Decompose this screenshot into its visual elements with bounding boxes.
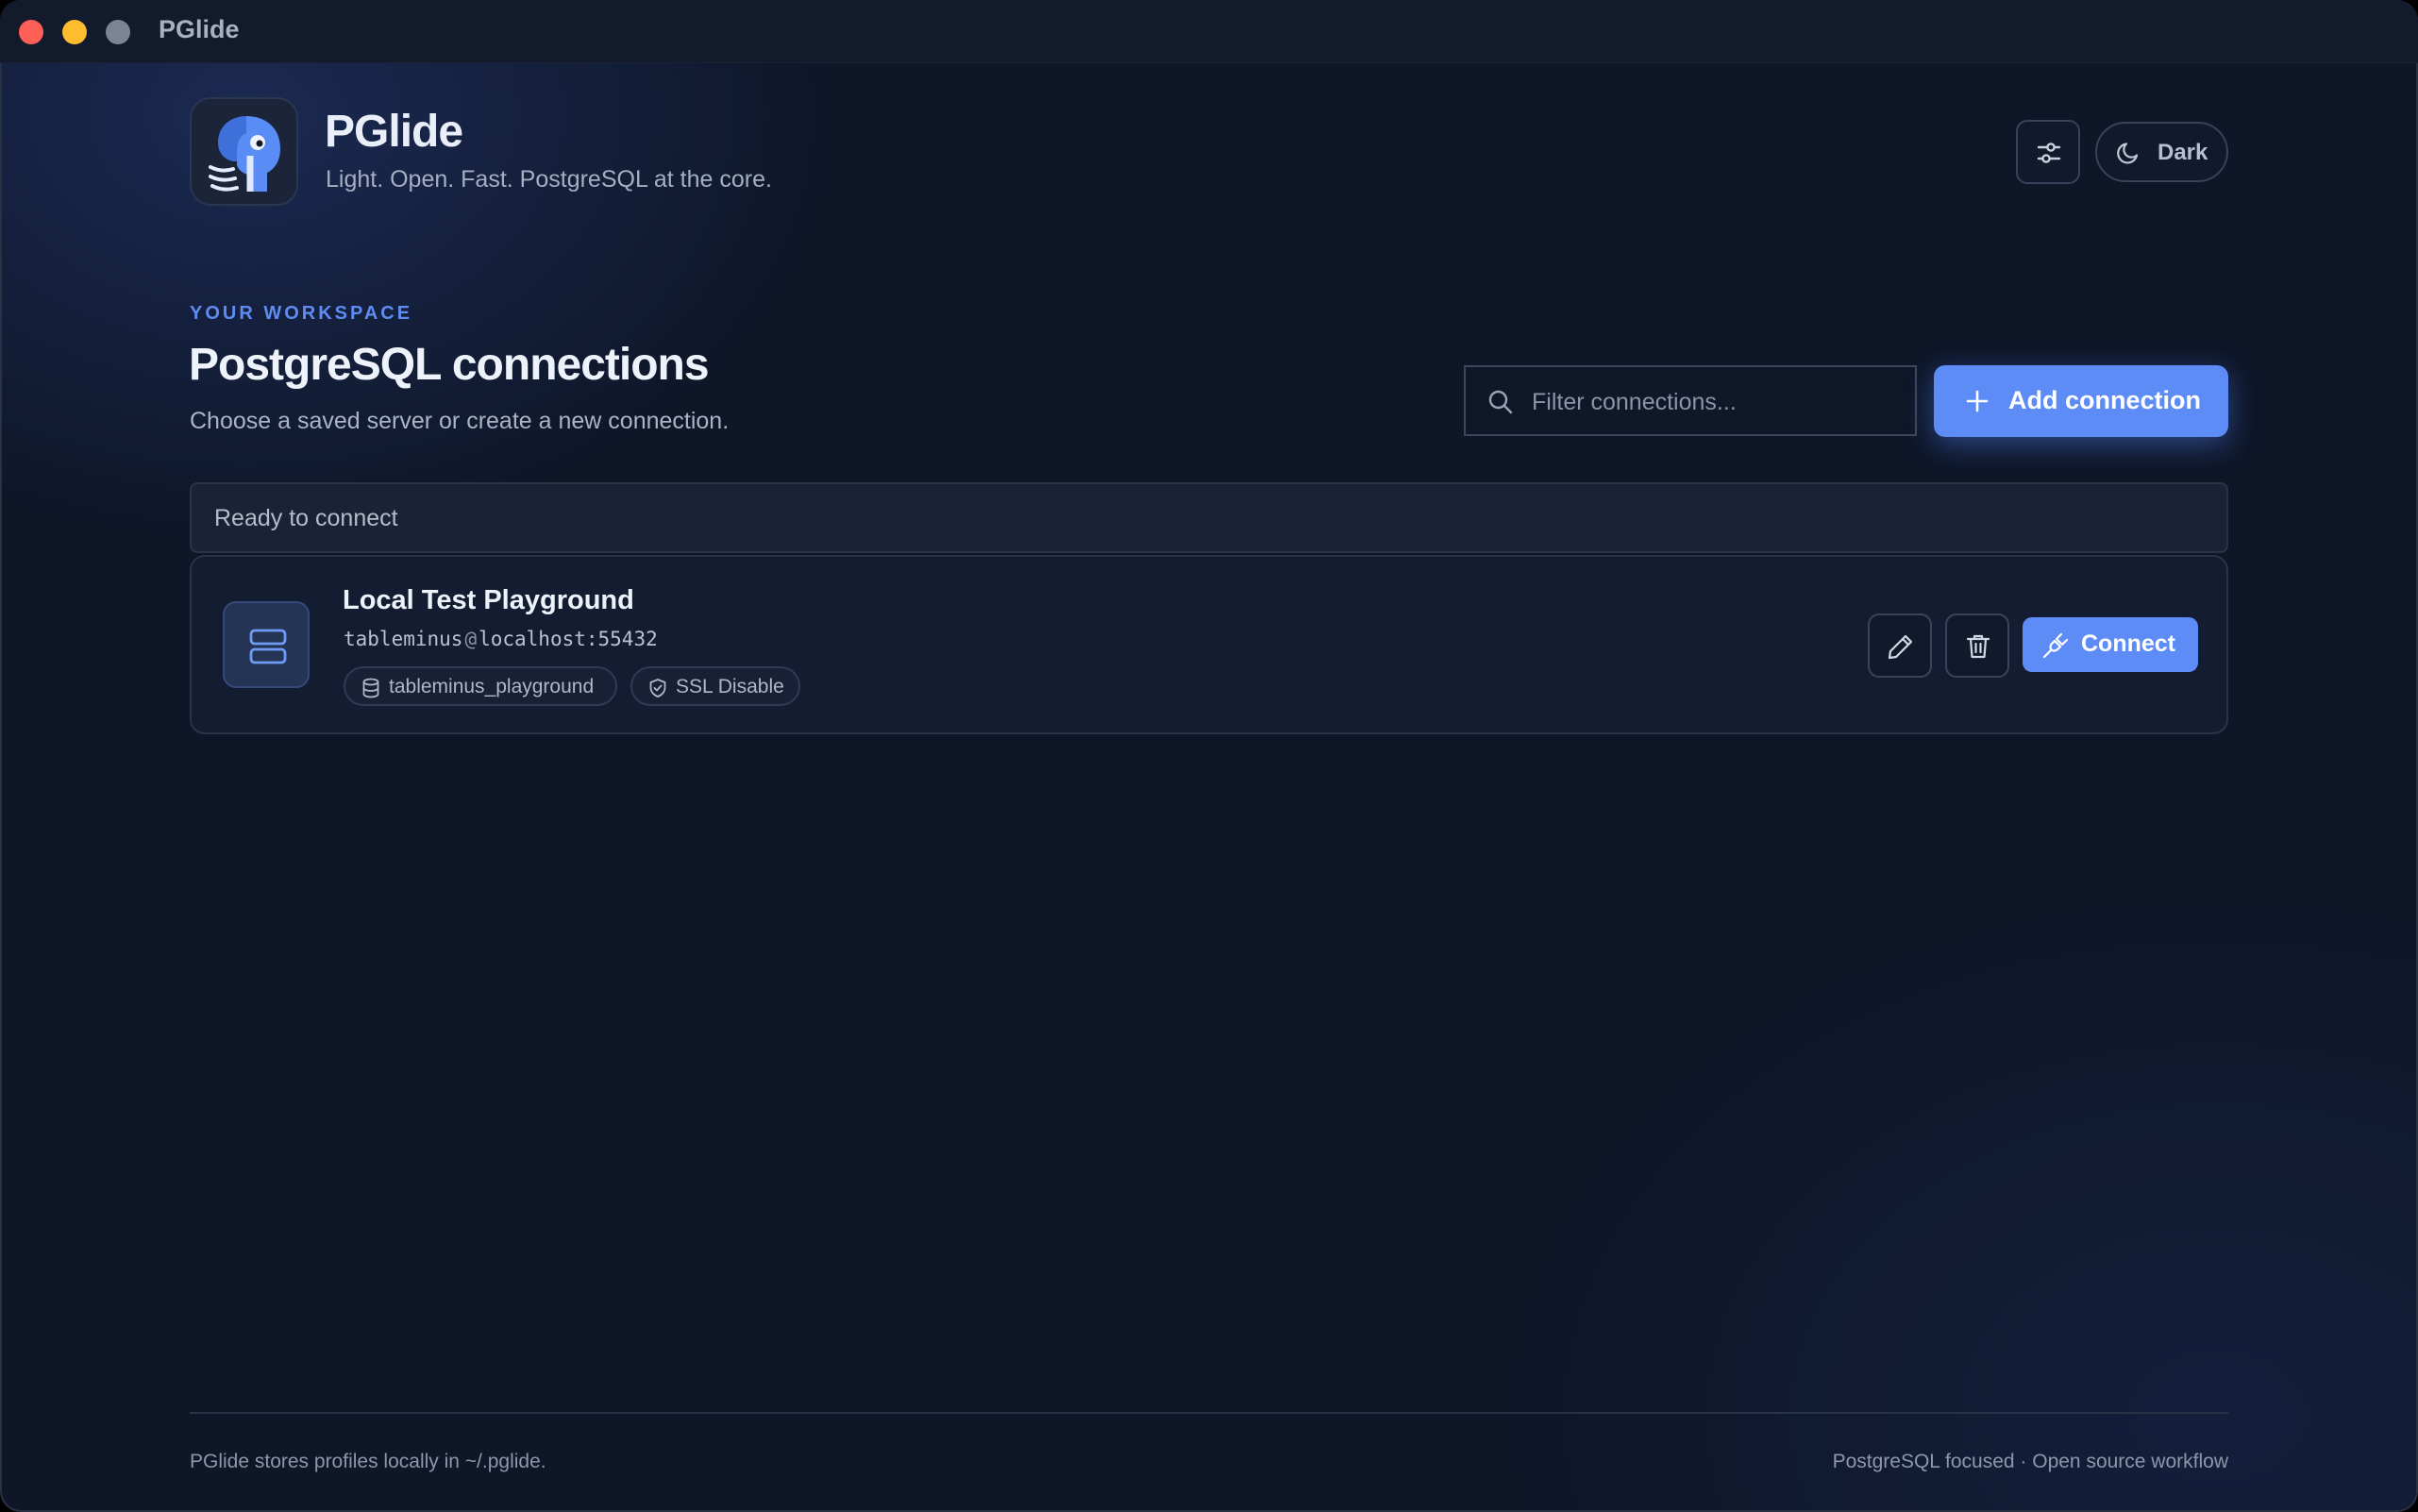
ssl-chip: SSL Disable: [630, 666, 800, 706]
filter-connections-input[interactable]: [1530, 380, 1902, 424]
search-icon: [1488, 390, 1513, 414]
database-chip: tableminus_playground: [344, 666, 617, 706]
window-title: PGlide: [159, 15, 240, 43]
theme-toggle-button[interactable]: Dark: [2095, 122, 2228, 182]
connect-button[interactable]: Connect: [2023, 617, 2198, 672]
connection-user: tableminus: [344, 628, 463, 650]
footer-divider: [190, 1412, 2228, 1414]
app-logo: [190, 97, 298, 206]
connect-label: Connect: [2081, 630, 2175, 657]
app-tagline: Light. Open. Fast. PostgreSQL at the cor…: [326, 166, 772, 193]
filter-box: [1464, 365, 1917, 436]
database-icon: [362, 678, 379, 698]
page-subtitle: Choose a saved server or create a new co…: [190, 408, 730, 434]
connection-name: Local Test Playground: [343, 585, 634, 615]
add-connection-label: Add connection: [2008, 386, 2201, 414]
server-stack-icon: [249, 629, 287, 664]
shield-check-icon: [649, 679, 666, 697]
ssl-mode: SSL Disable: [676, 676, 784, 697]
footer-tagline: PostgreSQL focused · Open source workflo…: [1832, 1451, 2228, 1472]
plug-icon: [2042, 632, 2069, 659]
sliders-icon: [2037, 143, 2061, 163]
minimize-window-button[interactable]: [62, 20, 87, 44]
edit-connection-button[interactable]: [1868, 613, 1932, 678]
plus-icon: [1966, 390, 1989, 412]
theme-label: Dark: [2158, 140, 2208, 165]
zoom-window-button[interactable]: [106, 20, 130, 44]
close-window-button[interactable]: [19, 20, 43, 44]
footer-storage-note: PGlide stores profiles locally in ~/.pgl…: [190, 1451, 546, 1472]
section-eyebrow: YOUR WORKSPACE: [190, 303, 413, 324]
settings-button[interactable]: [2016, 120, 2080, 184]
connection-host: localhost:55432: [479, 628, 658, 650]
app-name: PGlide: [325, 107, 463, 157]
connection-card[interactable]: Local Test Playground tableminus@localho…: [190, 555, 2228, 734]
trash-icon: [1966, 634, 1990, 659]
status-bar: Ready to connect: [190, 482, 2228, 553]
connection-address: tableminus@localhost:55432: [344, 628, 658, 650]
moon-icon: [2117, 143, 2139, 164]
add-connection-button[interactable]: Add connection: [1934, 365, 2228, 437]
app-window: PGlide PGlide Light. Open. Fast. Postgre…: [0, 0, 2418, 1512]
server-icon: [223, 601, 310, 688]
database-name: tableminus_playground: [389, 676, 595, 697]
pencil-icon: [1888, 634, 1913, 660]
elephant-logo-icon: [209, 116, 280, 192]
page-title: PostgreSQL connections: [189, 340, 710, 390]
delete-connection-button[interactable]: [1945, 613, 2009, 678]
status-text: Ready to connect: [214, 505, 398, 531]
title-bar: PGlide: [0, 0, 2418, 63]
